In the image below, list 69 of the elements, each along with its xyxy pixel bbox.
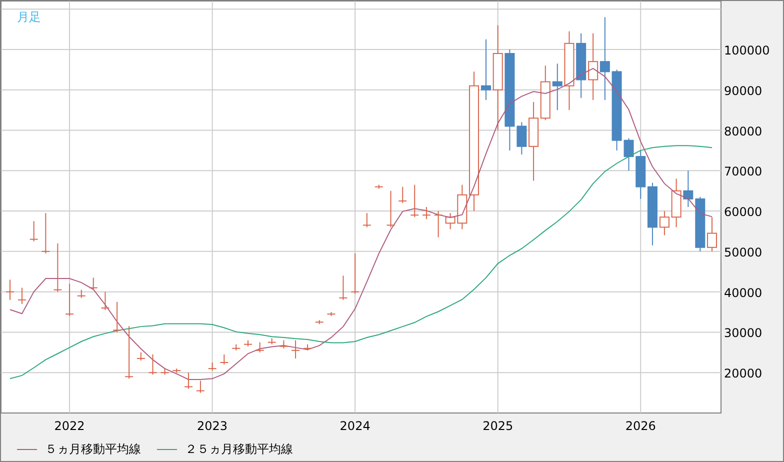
candlestick (196, 380, 205, 394)
candlestick (434, 210, 443, 238)
candlestick (647, 182, 658, 246)
candlestick (445, 212, 456, 230)
axis-label: 20000 (724, 366, 762, 381)
candlestick (29, 220, 38, 242)
axis-label: 50000 (724, 245, 762, 260)
candlestick (398, 186, 408, 204)
candlestick (481, 38, 491, 100)
candlestick (576, 32, 586, 98)
candlestick (303, 344, 312, 351)
candlestick (124, 326, 134, 380)
axis-label: 2026 (625, 419, 656, 433)
candlestick (422, 206, 431, 220)
candlestick (683, 170, 694, 208)
candlestick (362, 212, 372, 228)
candlestick (76, 289, 86, 298)
candlestick (208, 362, 217, 372)
candlestick (88, 277, 98, 290)
candlestick (624, 138, 634, 172)
candlestick (386, 190, 396, 228)
legend-label: ５ヵ月移動平均線 (45, 441, 141, 458)
candlestick (100, 291, 110, 310)
candlestick (695, 196, 706, 252)
candlestick (671, 178, 682, 228)
axis-label: 80000 (724, 124, 762, 138)
candlestick (232, 344, 241, 351)
candlestick (552, 63, 562, 111)
candlestick (160, 368, 170, 376)
candlestick (41, 212, 50, 254)
candlestick (53, 242, 62, 292)
axis-label: 2025 (482, 419, 514, 433)
legend-label: ２５ヵ月移動平均線 (185, 441, 293, 458)
candlestick (338, 275, 348, 300)
candlestick (148, 354, 158, 376)
candlestick (374, 184, 384, 190)
candlestick (588, 32, 598, 100)
candlestick (636, 150, 646, 200)
axis-label: 2024 (340, 419, 370, 433)
period-label: 月足 (17, 10, 41, 24)
candlestick (6, 279, 14, 300)
axis-label: 100000 (724, 43, 770, 58)
axis-label: 40000 (724, 286, 762, 300)
candlestick (659, 210, 670, 236)
candlestick (18, 287, 26, 304)
axis-label: 2022 (54, 419, 85, 433)
candlestick (267, 338, 276, 345)
candlestick (707, 216, 717, 252)
axis-label: 2023 (197, 419, 228, 433)
candlestick (279, 340, 288, 349)
candlestick (516, 122, 527, 155)
candlestick (410, 184, 420, 218)
candlestick (220, 354, 229, 366)
axis-label: 70000 (724, 164, 762, 179)
candlestick (314, 320, 324, 325)
candlestick (65, 283, 74, 317)
candlestick (457, 184, 468, 230)
axis-label: 30000 (724, 326, 762, 340)
candlestick (255, 342, 264, 353)
candlestick (326, 312, 336, 317)
candlestick (350, 252, 360, 294)
candlestick (112, 301, 122, 333)
axis-label: 60000 (724, 205, 762, 220)
axis-label: 90000 (724, 84, 762, 98)
candlestick (291, 340, 300, 359)
candlestick (184, 372, 193, 390)
candlestick (136, 352, 146, 361)
candlestick (244, 340, 252, 347)
candlestick (172, 368, 182, 374)
